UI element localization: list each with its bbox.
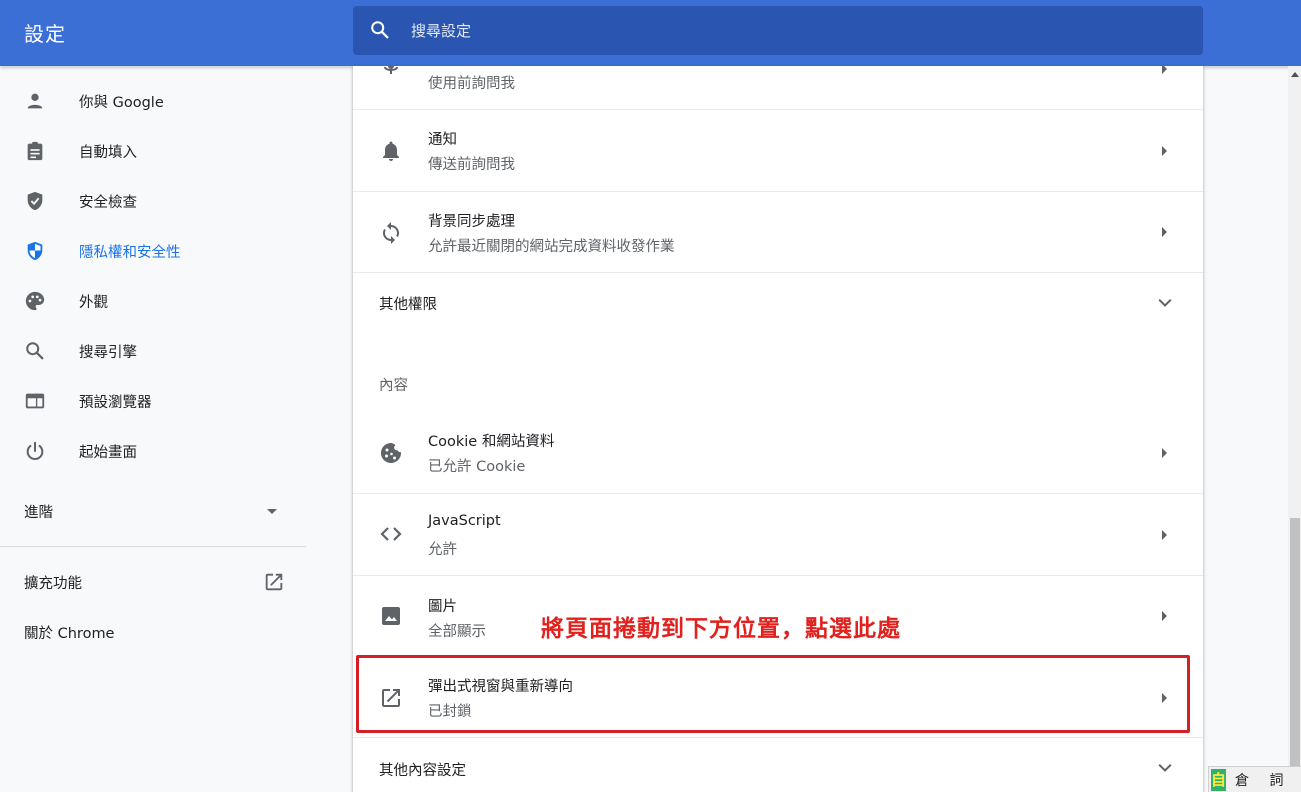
sidebar-item-label: 你與 Google: [79, 94, 164, 111]
row-subtitle: 允許最近關閉的網站完成資料收發作業: [428, 239, 675, 255]
shield-check-icon: [27, 191, 43, 211]
sidebar-divider: [0, 546, 306, 547]
sidebar-item-about-chrome[interactable]: 關於 Chrome: [0, 610, 306, 654]
settings-card: 使用前詢問我 通知 傳送前詢問我 背景同步處理 允許最近關閉的網站完成資料收發作…: [353, 66, 1203, 792]
arrow-right-icon: [1162, 611, 1167, 621]
ime-mode-badge[interactable]: 自: [1211, 768, 1227, 791]
sidebar-item-default-browser[interactable]: 預設瀏覽器: [0, 379, 306, 423]
arrow-right-icon: [1162, 227, 1167, 237]
sidebar-item-label: 搜尋引擎: [79, 344, 137, 361]
content-section-label: 內容: [379, 378, 408, 394]
sidebar-item-label: 自動填入: [79, 144, 137, 161]
other-content-settings-label: 其他內容設定: [379, 763, 466, 779]
arrow-right-icon: [1162, 448, 1167, 458]
microphone-icon: [384, 66, 398, 74]
other-permissions-toggle[interactable]: 其他權限: [353, 273, 1203, 335]
image-icon: [382, 607, 400, 625]
page-title: 設定: [24, 22, 66, 46]
sidebar-item-safety-check[interactable]: 安全檢查: [0, 179, 306, 223]
sidebar-item-you-and-google[interactable]: 你與 Google: [0, 79, 306, 123]
settings-row-notifications[interactable]: 通知 傳送前詢問我: [353, 110, 1203, 192]
person-icon: [27, 93, 43, 109]
row-subtitle: 全部顯示: [428, 624, 486, 640]
scroll-up-arrow-icon[interactable]: [1291, 72, 1299, 77]
row-subtitle: 使用前詢問我: [428, 76, 515, 92]
browser-icon: [25, 393, 45, 409]
sync-icon: [383, 222, 399, 244]
sidebar-item-appearance[interactable]: 外觀: [0, 279, 306, 323]
search-input[interactable]: [409, 6, 1169, 55]
settings-row-cookies[interactable]: Cookie 和網站資料 已允許 Cookie: [353, 412, 1203, 494]
about-label: 關於 Chrome: [24, 625, 115, 642]
row-title: 彈出式視窗與重新導向: [428, 679, 573, 695]
ime-indicator[interactable]: 自 倉 詞 ’,: [1208, 766, 1301, 792]
instruction-annotation: 將頁面捲動到下方位置，點選此處: [541, 616, 901, 642]
code-icon: [380, 527, 402, 541]
sidebar-item-label: 起始畫面: [79, 444, 137, 461]
bell-icon: [383, 141, 399, 161]
caret-down-icon: [267, 508, 277, 514]
row-title: 背景同步處理: [428, 214, 515, 230]
settings-row-javascript[interactable]: JavaScript 允許: [353, 494, 1203, 576]
clipboard-icon: [27, 141, 43, 161]
power-icon: [26, 441, 44, 460]
arrow-right-icon: [1162, 146, 1167, 156]
settings-row-background-sync[interactable]: 背景同步處理 允許最近關閉的網站完成資料收發作業: [353, 192, 1203, 273]
settings-row-microphone[interactable]: 使用前詢問我: [353, 66, 1203, 110]
sidebar-item-autofill[interactable]: 自動填入: [0, 129, 306, 173]
arrow-right-icon: [1162, 66, 1167, 74]
sidebar-item-label: 隱私權和安全性: [79, 244, 181, 261]
privacy-shield-icon: [27, 241, 43, 261]
scrollbar-thumb[interactable]: [1290, 518, 1300, 768]
extensions-label: 擴充功能: [24, 575, 82, 592]
sidebar-item-privacy[interactable]: 隱私權和安全性: [0, 229, 306, 273]
header-bar: 設定: [0, 0, 1301, 66]
search-box[interactable]: [353, 6, 1203, 55]
advanced-label: 進階: [24, 504, 53, 521]
other-permissions-label: 其他權限: [379, 297, 437, 313]
arrow-right-icon: [1162, 693, 1167, 703]
sidebar-item-label: 外觀: [79, 294, 108, 311]
row-subtitle: 已封鎖: [428, 704, 472, 720]
sidebar-item-label: 安全檢查: [79, 194, 137, 211]
row-title: 圖片: [428, 599, 457, 615]
open-in-new-icon: [382, 689, 400, 707]
sidebar-item-label: 預設瀏覽器: [79, 394, 152, 411]
sidebar: 你與 Google 自動填入 安全檢查 隱私權和安全性 外觀 搜尋引擎 預設瀏覽…: [0, 66, 306, 792]
sidebar-item-extensions[interactable]: 擴充功能: [0, 560, 306, 604]
chevron-down-icon: [1158, 298, 1172, 307]
row-title: JavaScript: [428, 513, 501, 529]
search-icon[interactable]: [369, 19, 391, 41]
sidebar-item-on-startup[interactable]: 起始畫面: [0, 429, 306, 473]
palette-icon: [25, 291, 45, 311]
ime-text: 倉 詞 ’,: [1235, 772, 1301, 789]
row-title: 通知: [428, 132, 457, 148]
sidebar-advanced-toggle[interactable]: 進階: [0, 489, 306, 533]
sidebar-item-search-engine[interactable]: 搜尋引擎: [0, 329, 306, 373]
search-icon: [26, 342, 44, 360]
cookie-icon: [381, 443, 401, 463]
row-subtitle: 已允許 Cookie: [428, 459, 526, 475]
row-title: Cookie 和網站資料: [428, 434, 555, 450]
open-in-new-icon: [265, 573, 283, 591]
settings-row-popups-redirects[interactable]: 彈出式視窗與重新導向 已封鎖: [353, 657, 1203, 738]
arrow-right-icon: [1162, 530, 1167, 540]
row-subtitle: 傳送前詢問我: [428, 157, 515, 173]
other-content-settings-toggle[interactable]: 其他內容設定: [353, 738, 1203, 792]
chevron-down-icon: [1158, 763, 1172, 772]
row-subtitle: 允許: [428, 542, 457, 558]
